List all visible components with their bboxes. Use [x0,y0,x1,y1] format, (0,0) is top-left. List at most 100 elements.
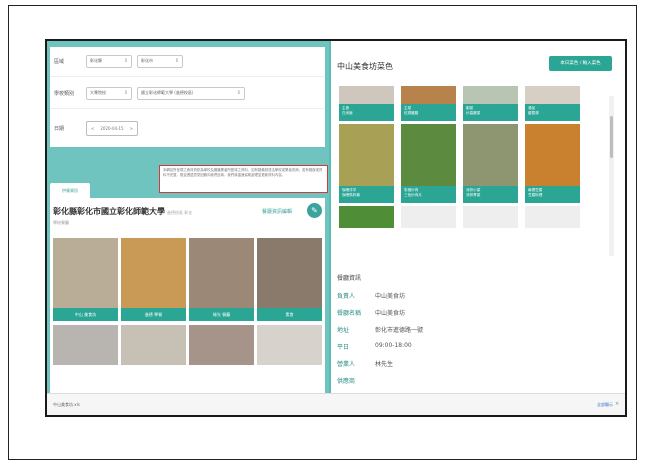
area-city-value: 彰化縣 [90,58,102,63]
dish-photo [339,124,394,186]
dish-photo [401,124,456,186]
school-type-select[interactable]: 大專院校 ⇕ [86,86,132,100]
chevron-down-icon: ⇕ [123,58,128,64]
left-panel: 區域 彰化縣 ⇕ 彰化市 ⇕ 學校類別 大專院校 ⇕ 國立彰化師範大學 (進德校… [47,41,329,393]
info-value: 中山美食坊 [375,293,406,300]
close-icon[interactable]: × [615,401,619,407]
info-key: 營業人 [337,361,356,368]
dish-sub: 咖哩馬鈴薯 [342,193,360,197]
info-row: 平日 09:00-18:00 [337,342,412,351]
outer-frame: 區域 彰化縣 ⇕ 彰化市 ⇕ 學校類別 大專院校 ⇕ 國立彰化師範大學 (進德校… [8,5,637,460]
dish-card[interactable]: 副菜 炒高麗菜 [463,86,518,121]
tab-meal-info[interactable]: 供餐資訊 [50,183,90,198]
date-row: 日期 < 2020-04-15 > [50,117,325,139]
dish-photo [339,86,394,104]
info-value: 09:00-18:00 [375,342,412,349]
edit-icon[interactable]: ✎ [307,203,322,218]
dish-sub: 白米飯 [342,111,353,115]
restaurant-photo [257,325,322,365]
dish-photo [463,124,518,186]
dish-card[interactable] [339,206,394,228]
date-label: 日期 [54,125,65,132]
dish-caption: 涼拌小菜 涼拌青菜 [463,186,518,203]
restaurant-photo [53,325,118,365]
info-key: 平日 [337,344,350,351]
school-name-value: 國立彰化師範大學 (進德校區) [141,90,194,95]
date-value: 2020-04-15 [100,125,124,131]
restaurant-tile[interactable]: 素食 [257,238,322,321]
dish-sub: 蘿蔔湯 [528,111,539,115]
dish-photo [463,206,518,228]
restaurant-tile[interactable]: 中山 美食坊 [53,238,118,321]
dish-photo [525,86,580,104]
dish-scrollbar[interactable] [609,96,614,256]
date-next-button[interactable]: > [130,126,133,131]
dish-photo [525,206,580,228]
dish-photo [339,206,394,228]
browser-screen: 區域 彰化縣 ⇕ 彰化市 ⇕ 學校類別 大專院校 ⇕ 國立彰化師範大學 (進德校… [45,39,627,417]
info-row: 營業人 林先生 [337,359,393,368]
dish-sub: 豆腐料理 [528,193,543,197]
dish-caption: 彩椒炒肉 三色炒肉片 [401,186,456,203]
dish-card[interactable] [463,206,518,228]
dish-card[interactable]: 彩椒炒肉 三色炒肉片 [401,124,456,203]
dish-caption: 主食 白米飯 [339,104,394,121]
shop-title-text: 彰化縣彰化市國立彰化師範大學 [53,207,165,216]
area-label: 區域 [54,58,65,65]
dish-card[interactable]: 主菜 紅燒雞腿 [401,86,456,121]
dish-card[interactable] [525,206,580,228]
dish-photo [525,124,580,186]
dish-photo [401,206,456,228]
info-row: 供應商 [337,376,375,385]
dish-caption: 麻婆豆腐 豆腐料理 [525,186,580,203]
info-key: 負責人 [337,293,356,300]
school-name-select[interactable]: 國立彰化師範大學 (進德校區) ⇕ [137,86,245,100]
dish-card[interactable]: 主食 白米飯 [339,86,394,121]
dish-sub: 涼拌青菜 [466,193,481,197]
shop-edit-link[interactable]: 餐廳資訊編輯 [262,208,292,215]
dish-sub: 炒高麗菜 [466,111,481,115]
divider [50,108,325,109]
restaurant-caption: 綠光 餐廳 [189,308,254,321]
info-row: 負責人 中山美食坊 [337,291,405,300]
info-value: 林先生 [375,361,394,368]
dish-photo [463,86,518,104]
scroll-thumb[interactable] [610,116,613,158]
date-picker[interactable]: < 2020-04-15 > [86,120,138,136]
area-district-value: 彰化市 [141,58,153,63]
school-row: 學校類別 大專院校 ⇕ 國立彰化師範大學 (進德校區) ⇕ [50,82,325,104]
show-all-link[interactable]: 全部顯示 [597,402,613,408]
school-type-value: 大專院校 [90,90,106,95]
restaurant-caption: 素食 [257,308,322,321]
restaurant-photo [121,238,186,308]
area-city-select[interactable]: 彰化縣 ⇕ [86,54,132,68]
info-key: 供應商 [337,378,356,385]
download-file[interactable]: 中山美食坊.xls [53,402,80,408]
dish-card[interactable]: 麻婆豆腐 豆腐料理 [525,124,580,203]
area-district-select[interactable]: 彰化市 ⇕ [137,54,183,68]
restaurant-tile[interactable]: 進德 學餐 [121,238,186,321]
dish-caption: 咖哩洋芋 咖哩馬鈴薯 [339,186,394,203]
dish-card[interactable]: 湯品 蘿蔔湯 [525,86,580,121]
restaurant-caption: 中山 美食坊 [53,308,118,321]
dish-card[interactable] [401,206,456,228]
school-label: 學校類別 [54,90,75,97]
dish-menu-button[interactable]: 本日菜色 / 輸入菜色 [549,56,612,71]
restaurant-tile[interactable]: 綠光 餐廳 [189,238,254,321]
info-row: 餐廳名稱 中山美食坊 [337,308,405,317]
download-bar: 中山美食坊.xls 全部顯示 × [47,393,625,415]
chevron-down-icon: ⇕ [174,58,179,64]
restaurant-caption: 進德 學餐 [121,308,186,321]
restaurant-photo [53,238,118,308]
divider [50,76,325,77]
shop-title-note: 進德校區 彰化 [167,210,193,215]
dish-sub: 紅燒雞腿 [404,111,419,115]
dish-card[interactable]: 涼拌小菜 涼拌青菜 [463,124,518,203]
chevron-down-icon: ⇕ [123,90,128,96]
notice-box: 本網站所呈現之食材資訊為學校及團膳業者所登錄之資料，如有疑義請逕洽學校或業者查詢… [159,165,328,193]
restaurant-photo [189,238,254,308]
dish-card[interactable]: 咖哩洋芋 咖哩馬鈴薯 [339,124,394,203]
restaurant-photo [189,325,254,365]
date-prev-button[interactable]: < [91,126,94,131]
info-title: 餐廳資訊 [337,275,362,282]
